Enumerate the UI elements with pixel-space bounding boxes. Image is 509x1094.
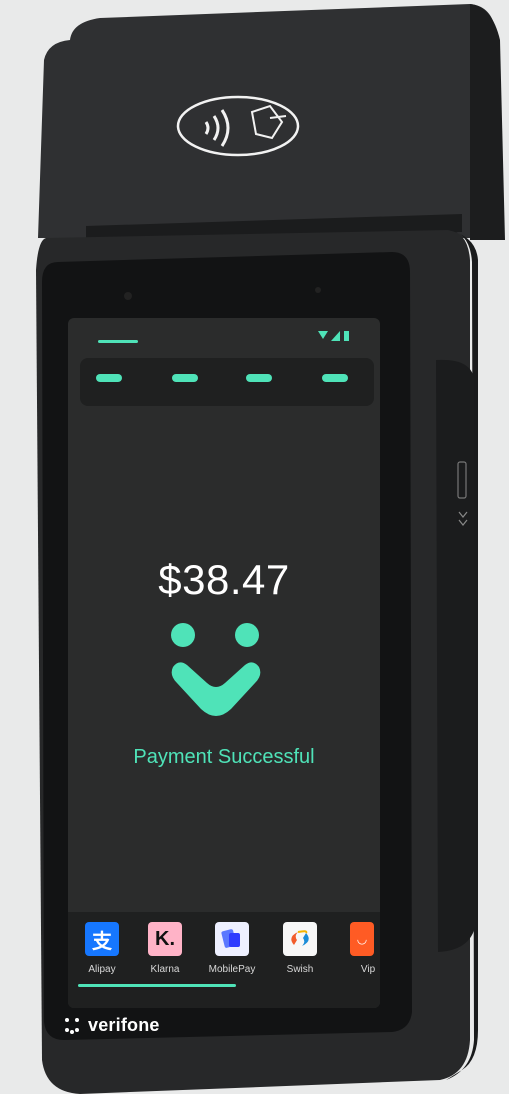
swish-icon: [283, 922, 317, 956]
progress-header: [80, 358, 374, 406]
card-slot: [436, 359, 476, 952]
alipay-icon: 支: [85, 922, 119, 956]
payment-status-text: Payment Successful: [133, 746, 315, 768]
progress-step: [322, 374, 348, 382]
progress-step: [246, 374, 272, 382]
status-indicator: [98, 340, 138, 343]
progress-step: [96, 374, 122, 382]
app-klarna[interactable]: K. Klarna: [135, 922, 195, 975]
app-vipps[interactable]: ◡ Vip: [338, 922, 380, 975]
sensor-icon: [315, 287, 321, 293]
vipps-icon: ◡: [350, 922, 374, 956]
app-mobilepay[interactable]: MobilePay: [202, 922, 262, 975]
brand-name: verifone: [88, 1015, 160, 1035]
verifone-dots-icon: [65, 1017, 79, 1034]
app-alipay[interactable]: 支 Alipay: [72, 922, 132, 975]
verifone-logo-icon: [171, 623, 261, 716]
mobilepay-icon: [215, 922, 249, 956]
printer-housing: [38, 4, 498, 238]
klarna-icon: K.: [148, 922, 182, 956]
display-screen: $38.47 Payment Successful 支 Alipay K. Kl…: [68, 318, 380, 1008]
signal-status-icon: [318, 331, 349, 341]
app-swish[interactable]: Swish: [270, 922, 330, 975]
brand-logo: verifone: [64, 1015, 160, 1036]
payment-methods-tray: 支 Alipay K. Klarna MobilePay Swish ◡ Vip: [68, 912, 380, 1008]
printer-right-side: [470, 4, 505, 240]
camera-icon: [124, 292, 132, 300]
payment-amount: $38.47: [158, 556, 290, 603]
progress-step: [172, 374, 198, 382]
tray-scroll-indicator: [78, 984, 236, 987]
